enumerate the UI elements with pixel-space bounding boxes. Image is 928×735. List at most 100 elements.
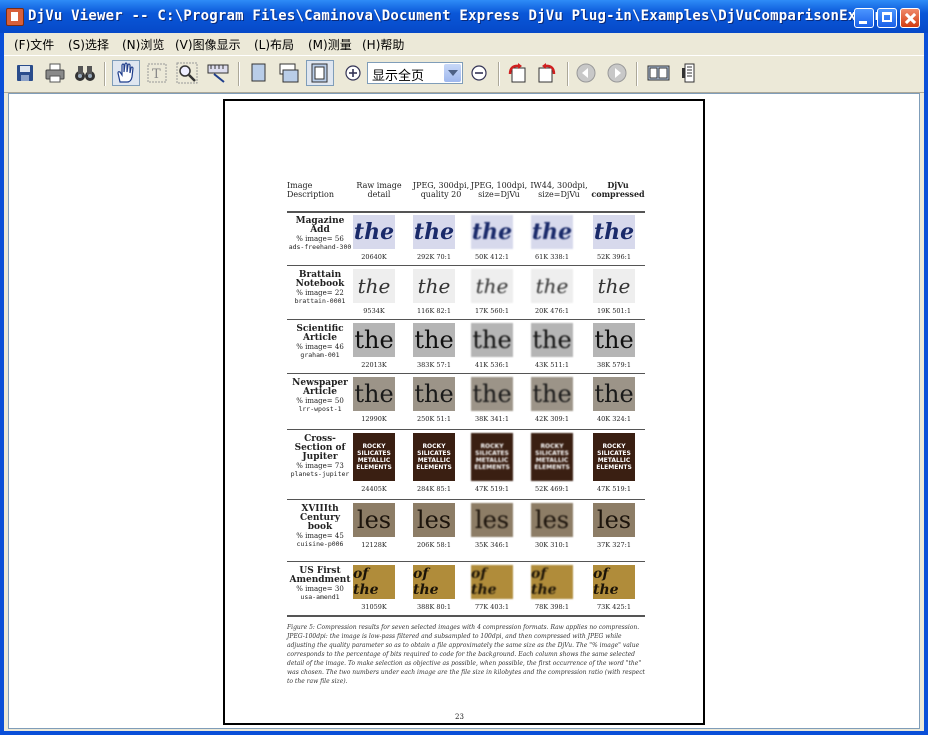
title-bar[interactable]: DjVu Viewer -- C:\Program Files\Caminova… bbox=[0, 0, 928, 33]
size-ratio-label: 22013K bbox=[361, 361, 387, 369]
image-percentage: % image= 30 bbox=[296, 585, 344, 593]
snapshot-tool-icon[interactable] bbox=[206, 62, 229, 84]
image-file-id: lrr-wpost-1 bbox=[298, 405, 342, 413]
chevron-down-icon[interactable] bbox=[444, 64, 461, 82]
detail-thumbnail: the bbox=[471, 269, 513, 303]
size-ratio-label: 43K 511:1 bbox=[535, 361, 569, 369]
detail-thumbnail: the bbox=[413, 215, 455, 249]
table-rule bbox=[287, 429, 645, 430]
image-percentage: % image= 46 bbox=[296, 343, 344, 351]
detail-thumbnail: the bbox=[471, 215, 513, 249]
image-percentage: % image= 73 bbox=[296, 462, 344, 470]
detail-thumbnail: the bbox=[531, 269, 573, 303]
detail-thumbnail: the bbox=[531, 215, 573, 249]
document-page: Image Description Raw image detail JPEG, 3… bbox=[223, 99, 705, 725]
size-ratio-label: 284K 85:1 bbox=[417, 485, 451, 493]
column-header: Image Description bbox=[287, 181, 334, 199]
djvu-app-icon bbox=[6, 8, 24, 26]
toolbar: T 显示全页 bbox=[4, 55, 924, 93]
menu-measure[interactable]: (M)测量 bbox=[308, 36, 352, 53]
size-ratio-label: 24405K bbox=[361, 485, 387, 493]
table-rule bbox=[287, 615, 645, 617]
save-icon[interactable] bbox=[14, 62, 36, 84]
detail-thumbnail: of the bbox=[413, 565, 455, 599]
page-number: 23 bbox=[455, 713, 464, 721]
image-description: Newspaper Article bbox=[292, 378, 348, 397]
image-file-id: graham-001 bbox=[300, 351, 340, 359]
detail-thumbnail: the bbox=[593, 323, 635, 357]
outline-icon[interactable] bbox=[678, 62, 700, 84]
detail-thumbnail: of the bbox=[471, 565, 513, 599]
table-row-label: US First Amendment% image= 30 usa-amend1 bbox=[287, 567, 353, 602]
find-binoculars-icon[interactable] bbox=[74, 62, 96, 84]
size-ratio-label: 31059K bbox=[361, 603, 387, 611]
menu-select[interactable]: (S)选择 bbox=[68, 36, 109, 53]
table-rule bbox=[287, 373, 645, 374]
size-ratio-label: 77K 403:1 bbox=[475, 603, 509, 611]
previous-page-icon[interactable] bbox=[575, 62, 597, 84]
detail-thumbnail: the bbox=[471, 377, 513, 411]
table-rule bbox=[287, 319, 645, 320]
figure-caption: Figure 5: Compression results for seven … bbox=[287, 624, 645, 685]
image-file-id: usa-amend1 bbox=[300, 593, 340, 601]
size-ratio-label: 42K 309:1 bbox=[535, 415, 569, 423]
menu-image-display[interactable]: (V)图像显示 bbox=[175, 36, 241, 53]
toolbar-separator bbox=[238, 62, 240, 86]
svg-text:T: T bbox=[152, 67, 161, 82]
maximize-button[interactable] bbox=[877, 8, 897, 28]
size-ratio-label: 38K 579:1 bbox=[597, 361, 631, 369]
size-ratio-label: 47K 519:1 bbox=[597, 485, 631, 493]
detail-thumbnail: the bbox=[353, 269, 395, 303]
hand-tool-icon[interactable] bbox=[112, 60, 140, 86]
document-view[interactable]: Image Description Raw image detail JPEG, 3… bbox=[8, 93, 920, 729]
detail-thumbnail: the bbox=[413, 377, 455, 411]
table-rule bbox=[287, 561, 645, 562]
zoom-level-select[interactable]: 显示全页 bbox=[367, 62, 463, 84]
text-select-icon[interactable]: T bbox=[146, 62, 168, 84]
menu-browse[interactable]: (N)浏览 bbox=[122, 36, 164, 53]
size-ratio-label: 61K 338:1 bbox=[535, 253, 569, 261]
size-ratio-label: 19K 501:1 bbox=[597, 307, 631, 315]
fit-page-icon[interactable] bbox=[306, 60, 334, 86]
toolbar-separator bbox=[567, 62, 569, 86]
size-ratio-label: 40K 324:1 bbox=[597, 415, 631, 423]
detail-thumbnail: the bbox=[413, 323, 455, 357]
detail-thumbnail: the bbox=[593, 215, 635, 249]
detail-thumbnail: the bbox=[531, 377, 573, 411]
detail-thumbnail: les bbox=[593, 503, 635, 537]
table-rule bbox=[287, 265, 645, 266]
minimize-button[interactable] bbox=[854, 8, 874, 28]
sidebar-toggle-icon[interactable] bbox=[646, 62, 672, 84]
detail-thumbnail: ROCKY SILICATES METALLIC ELEMENTS bbox=[413, 433, 455, 481]
menu-help[interactable]: (H)帮助 bbox=[362, 36, 404, 53]
zoom-tool-icon[interactable] bbox=[176, 62, 198, 84]
rotate-left-icon[interactable] bbox=[506, 62, 528, 84]
next-page-icon[interactable] bbox=[606, 62, 628, 84]
continuous-page-icon[interactable] bbox=[278, 62, 300, 84]
menu-file[interactable]: (F)文件 bbox=[14, 36, 54, 53]
menu-layout[interactable]: (L)布局 bbox=[254, 36, 294, 53]
detail-thumbnail: the bbox=[353, 323, 395, 357]
detail-thumbnail: ROCKY SILICATES METALLIC ELEMENTS bbox=[471, 433, 513, 481]
table-row-label: Magazine Add% image= 56 ads-freehand-300 bbox=[287, 216, 353, 252]
rotate-right-icon[interactable] bbox=[536, 62, 558, 84]
zoom-out-icon[interactable] bbox=[468, 62, 490, 84]
image-file-id: planets-jupiter bbox=[290, 470, 350, 478]
size-ratio-label: 292K 70:1 bbox=[417, 253, 451, 261]
client-area: (F)文件 (S)选择 (N)浏览 (V)图像显示 (L)布局 (M)测量 (H… bbox=[4, 33, 924, 731]
size-ratio-label: 383K 57:1 bbox=[417, 361, 451, 369]
column-header: IW44, 300dpi, size=DjVu bbox=[530, 181, 588, 199]
zoom-in-icon[interactable] bbox=[342, 62, 364, 84]
detail-thumbnail: the bbox=[593, 377, 635, 411]
detail-thumbnail: of the bbox=[593, 565, 635, 599]
table-row-label: Newspaper Article% image= 50 lrr-wpost-1 bbox=[287, 378, 353, 414]
image-description: XVIIIth Century book bbox=[299, 504, 341, 532]
image-description: Scientific Article bbox=[296, 324, 344, 343]
window-title: DjVu Viewer -- C:\Program Files\Caminova… bbox=[28, 8, 909, 24]
image-description: Magazine Add bbox=[295, 216, 345, 235]
single-page-icon[interactable] bbox=[248, 62, 270, 84]
detail-thumbnail: les bbox=[413, 503, 455, 537]
detail-thumbnail: les bbox=[531, 503, 573, 537]
close-button[interactable] bbox=[900, 8, 920, 28]
print-icon[interactable] bbox=[44, 62, 66, 84]
